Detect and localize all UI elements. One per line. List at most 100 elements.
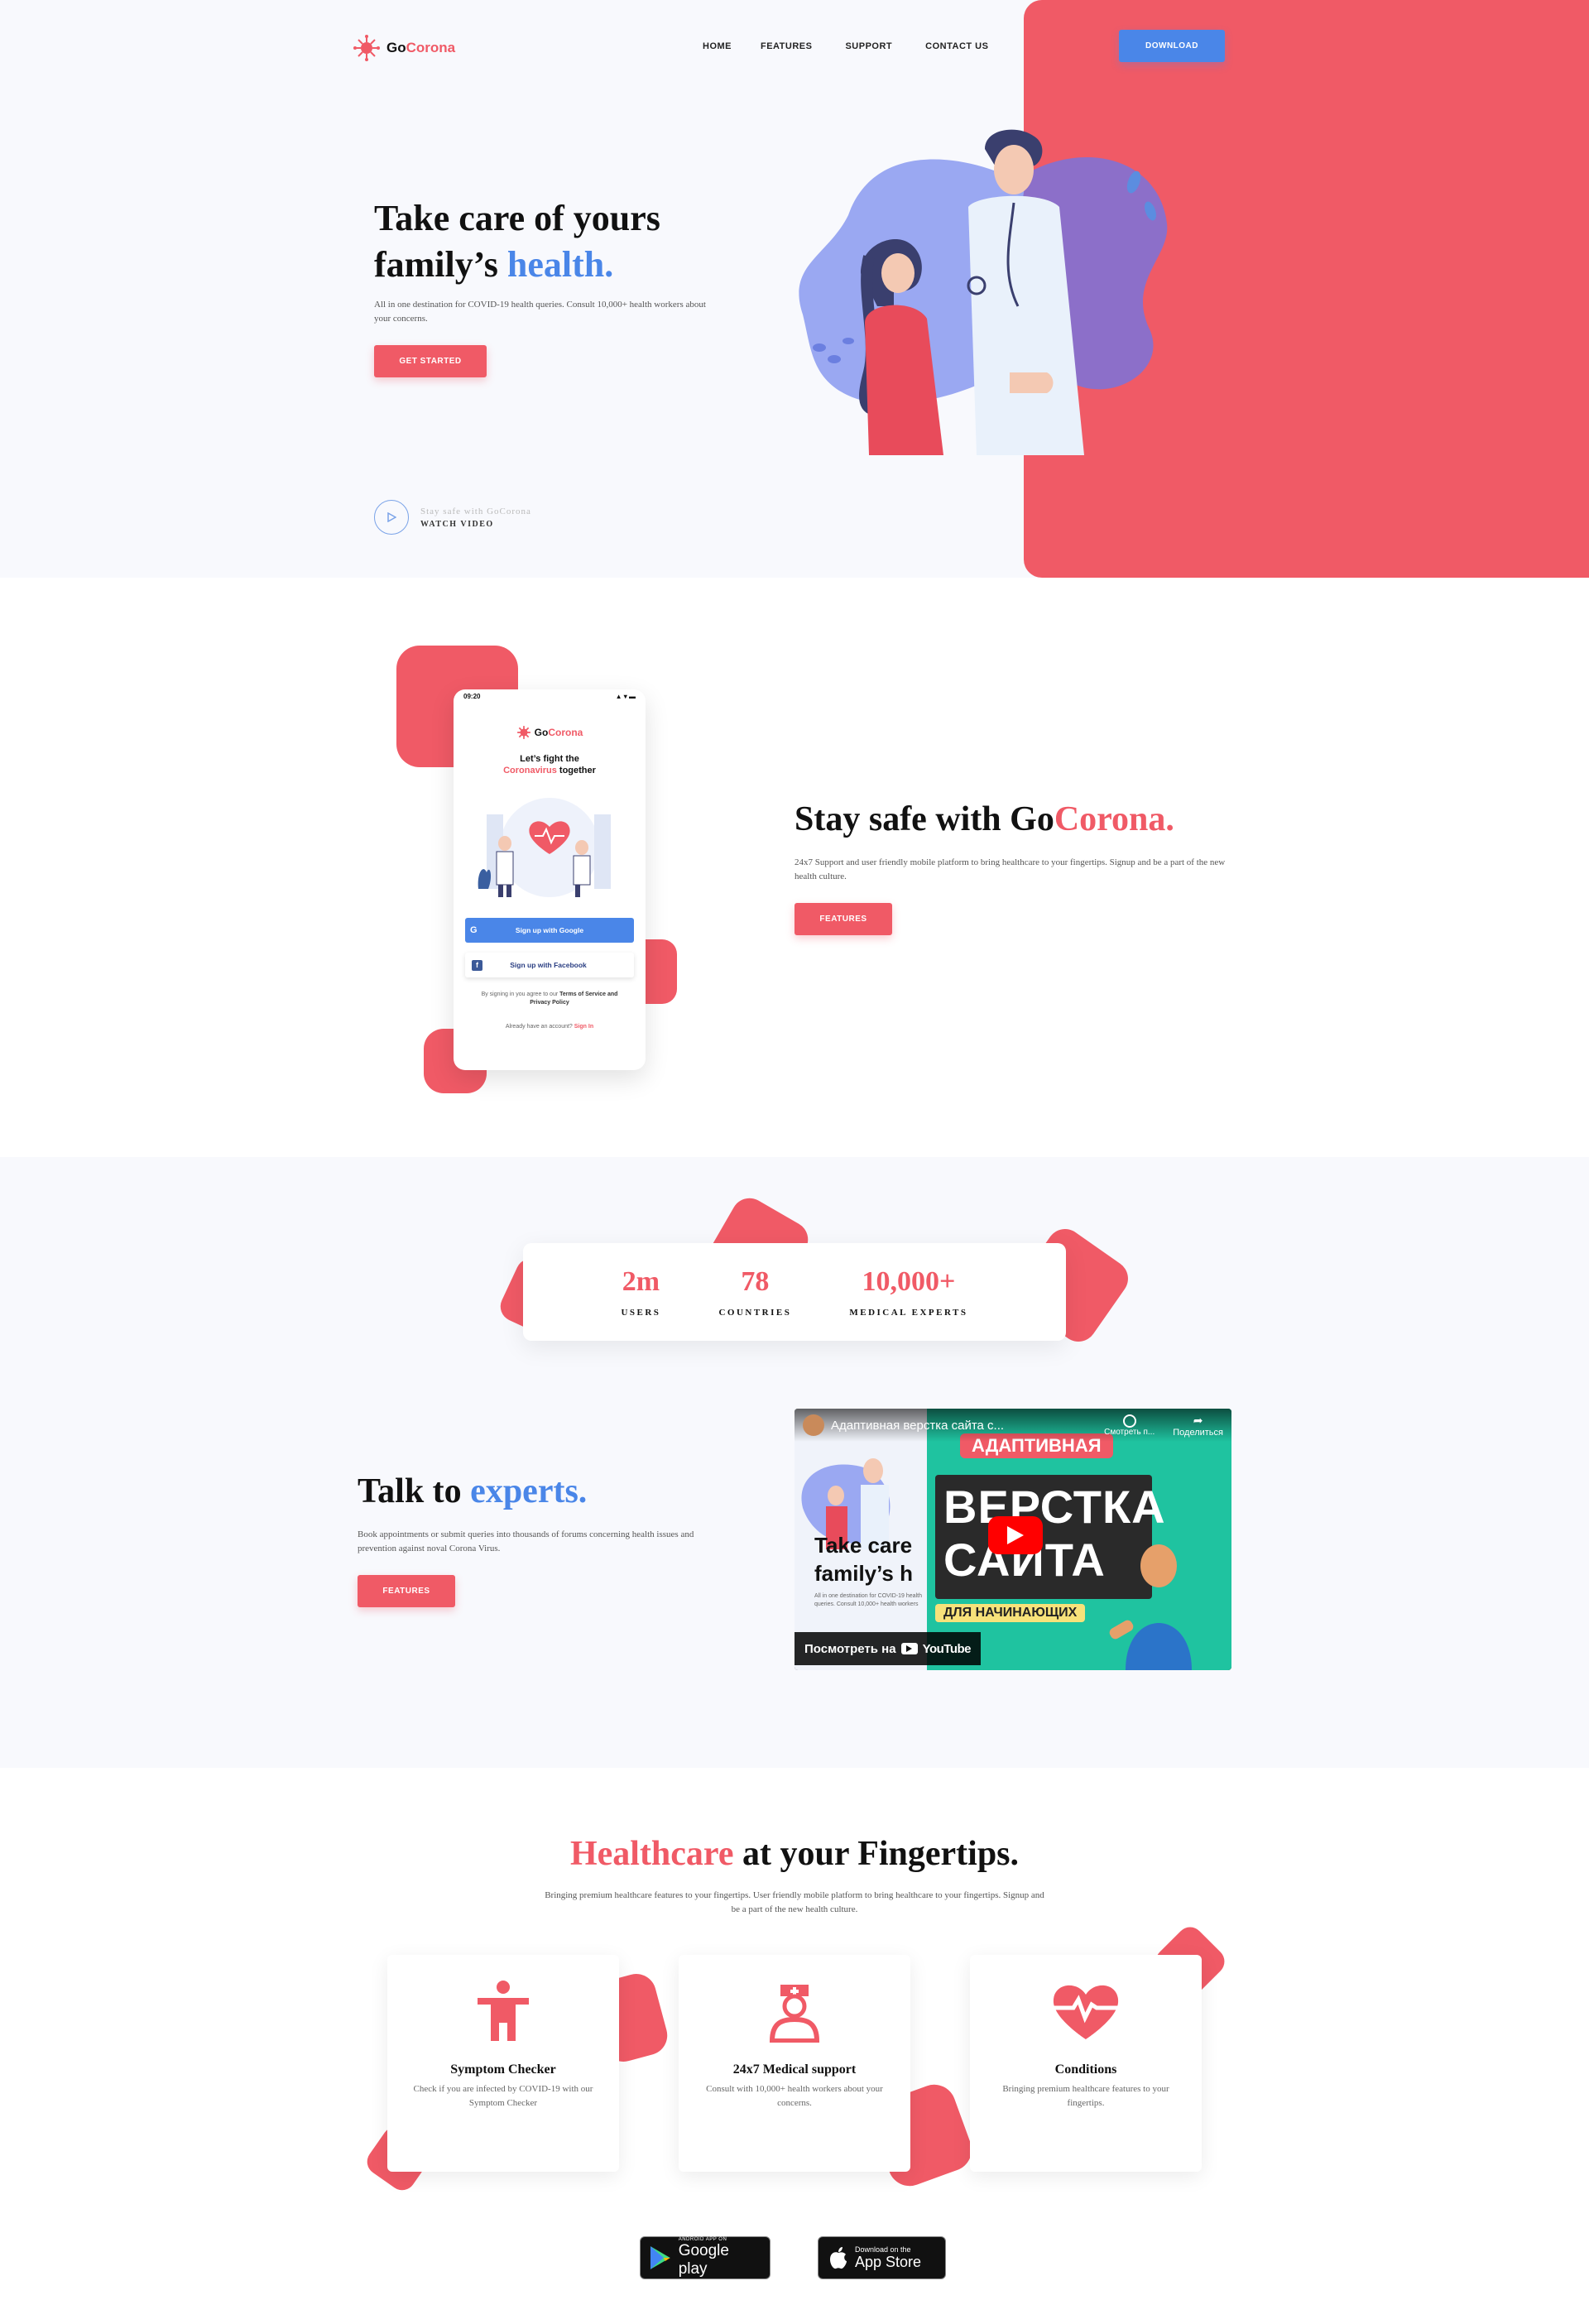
logo[interactable]: GoCorona bbox=[353, 35, 455, 61]
hero-title: Take care of yours family’s health. bbox=[374, 195, 660, 288]
download-button[interactable]: DOWNLOAD bbox=[1119, 30, 1225, 62]
logo-corona: Corona bbox=[406, 40, 456, 55]
phone-terms-a: By signing in you agree to our bbox=[481, 992, 560, 997]
play-icon[interactable] bbox=[374, 500, 409, 535]
hero-title-line2a: family’s bbox=[374, 244, 507, 285]
google-signup-label: Sign up with Google bbox=[515, 926, 584, 934]
nav-home[interactable]: HOME bbox=[703, 41, 732, 51]
app-title-b: Corona. bbox=[1054, 800, 1174, 838]
nav-features[interactable]: FEATURES bbox=[761, 41, 812, 51]
feature-text-symptom: Check if you are infected by COVID-19 wi… bbox=[413, 2084, 593, 2108]
feature-text-conditions: Bringing premium healthcare features to … bbox=[1002, 2084, 1169, 2108]
video-top-bar: Адаптивная верстка сайта с... Смотреть п… bbox=[794, 1409, 1231, 1442]
phone-logo-go: Go bbox=[534, 727, 549, 738]
channel-avatar[interactable] bbox=[803, 1414, 824, 1436]
facebook-signup-button[interactable]: f Sign up with Facebook bbox=[465, 953, 634, 977]
app-store-small: Download on the bbox=[855, 2245, 911, 2254]
stat-countries-label: COUNTRIES bbox=[718, 1308, 792, 1318]
logo-go: Go bbox=[386, 40, 406, 55]
experts-features-button[interactable]: FEATURES bbox=[358, 1575, 455, 1607]
google-play-big: Google play bbox=[678, 2242, 729, 2278]
stats-card: 2m USERS 78 COUNTRIES 10,000+ MEDICAL EX… bbox=[523, 1243, 1066, 1341]
phone-time: 09:20 bbox=[463, 693, 481, 700]
hero-title-health: health. bbox=[506, 244, 614, 285]
watch-later-button[interactable]: Смотреть п... bbox=[1104, 1414, 1155, 1437]
phone-logo-corona: Corona bbox=[548, 727, 583, 738]
feature-card-support[interactable]: 24x7 Medical support Consult with 10,000… bbox=[679, 1955, 910, 2172]
hero-title-line1: Take care of yours bbox=[374, 198, 660, 238]
doctor-patient-illustration bbox=[799, 129, 1168, 455]
video-banner-small: ДЛЯ НАЧИНАЮЩИХ bbox=[935, 1604, 1086, 1622]
stat-experts-value: 10,000+ bbox=[862, 1266, 956, 1297]
app-store-big: App Store bbox=[855, 2253, 922, 2270]
youtube-play-button[interactable] bbox=[988, 1516, 1043, 1554]
phone-tagline-a: Let’s fight the bbox=[520, 754, 579, 764]
phone-illustration bbox=[478, 798, 611, 897]
feature-title-support: 24x7 Medical support bbox=[732, 2062, 857, 2077]
heart-pulse-icon bbox=[1050, 1985, 1121, 2039]
experts-title-a: Talk to bbox=[358, 1472, 471, 1510]
stat-experts: 10,000+ MEDICAL EXPERTS bbox=[849, 1266, 967, 1318]
apple-icon bbox=[830, 2247, 847, 2269]
phone-terms: By signing in you agree to our Terms of … bbox=[477, 991, 622, 1007]
presenter-illustration bbox=[1109, 1544, 1192, 1670]
google-play-icon bbox=[650, 2246, 670, 2269]
phone-signin-link[interactable]: Sign In bbox=[574, 1024, 593, 1030]
app-features-button[interactable]: FEATURES bbox=[794, 903, 892, 935]
nav-contact[interactable]: CONTACT US bbox=[925, 41, 988, 51]
experts-text: Book appointments or submit queries into… bbox=[358, 1529, 694, 1553]
youtube-embed[interactable]: Take care family’s h All in one destinat… bbox=[794, 1409, 1231, 1670]
youtube-logo-icon bbox=[900, 1643, 918, 1654]
share-button[interactable]: ➦ Поделиться bbox=[1173, 1414, 1223, 1438]
app-store-badge[interactable]: Download on the App Store bbox=[818, 2236, 946, 2279]
google-icon: G bbox=[470, 925, 478, 935]
feature-card-symptom[interactable]: Symptom Checker Check if you are infecte… bbox=[387, 1955, 619, 2172]
facebook-icon: f bbox=[472, 959, 482, 971]
stat-countries-value: 78 bbox=[741, 1266, 770, 1297]
virus-icon bbox=[353, 35, 380, 61]
hero-section: GoCorona HOME FEATURES SUPPORT CONTACT U… bbox=[0, 0, 1589, 578]
features-title: Healthcare at your Fingertips. bbox=[0, 1834, 1589, 1874]
features-title-b: at your Fingertips. bbox=[733, 1835, 1020, 1873]
video-left-preview: Take care family’s h All in one destinat… bbox=[794, 1409, 927, 1670]
watch-later-label: Смотреть п... bbox=[1104, 1427, 1155, 1437]
stat-experts-label: MEDICAL EXPERTS bbox=[849, 1308, 968, 1318]
video-label: WATCH VIDEO bbox=[420, 519, 494, 529]
video-title[interactable]: Адаптивная верстка сайта с... bbox=[831, 1419, 1097, 1433]
watch-on-label: Посмотреть на bbox=[804, 1641, 896, 1656]
share-icon: ➦ bbox=[1193, 1413, 1203, 1427]
app-title: Stay safe with GoCorona. bbox=[794, 799, 1174, 839]
stat-users-label: USERS bbox=[621, 1308, 661, 1318]
stat-users: 2m USERS bbox=[621, 1266, 660, 1318]
get-started-button[interactable]: GET STARTED bbox=[374, 345, 487, 377]
share-label: Поделиться bbox=[1173, 1427, 1223, 1438]
google-play-badge[interactable]: ANDROID APP ON Google play bbox=[640, 2236, 770, 2279]
video-preview-line2: family’s h bbox=[814, 1561, 913, 1586]
video-thumbnail: АДАПТИВНАЯ ВЕРСТКА САЙТА ДЛЯ НАЧИНАЮЩИХ bbox=[927, 1409, 1231, 1670]
experts-title-b: experts. bbox=[470, 1472, 588, 1510]
play-triangle-icon bbox=[1007, 1526, 1024, 1544]
app-section: 09:20 ▲ ▾ ▬ GoCorona Let’s fight the Cor… bbox=[0, 578, 1589, 1157]
video-caption: Stay safe with GoCorona bbox=[420, 506, 531, 516]
phone-account-a: Already have an account? bbox=[505, 1024, 574, 1030]
google-signup-button[interactable]: G Sign up with Google bbox=[465, 918, 634, 943]
phone-tagline-c: together bbox=[556, 766, 596, 775]
nav-support[interactable]: SUPPORT bbox=[845, 41, 892, 51]
feature-card-conditions[interactable]: Conditions Bringing premium healthcare f… bbox=[970, 1955, 1202, 2172]
watch-on-youtube[interactable]: Посмотреть на YouTube bbox=[794, 1632, 982, 1665]
youtube-label: YouTube bbox=[922, 1641, 972, 1656]
facebook-signup-label: Sign up with Facebook bbox=[510, 961, 587, 969]
app-text: 24x7 Support and user friendly mobile pl… bbox=[794, 857, 1226, 881]
phone-logo: GoCorona bbox=[454, 725, 646, 740]
video-preview-line1: Take care bbox=[814, 1533, 913, 1558]
watch-video[interactable]: Stay safe with GoCorona WATCH VIDEO bbox=[374, 500, 531, 535]
nurse-icon bbox=[769, 1985, 820, 2043]
phone-status-icons: ▲ ▾ ▬ bbox=[615, 693, 636, 700]
experts-section: 2m USERS 78 COUNTRIES 10,000+ MEDICAL EX… bbox=[0, 1157, 1589, 1768]
video-banner-big1: ВЕРСТКА bbox=[943, 1481, 1166, 1533]
virus-icon-small bbox=[516, 726, 530, 739]
experts-title: Talk to experts. bbox=[358, 1472, 587, 1511]
clock-icon bbox=[1122, 1414, 1136, 1428]
person-icon bbox=[478, 1981, 529, 2041]
features-title-a: Healthcare bbox=[569, 1835, 734, 1873]
